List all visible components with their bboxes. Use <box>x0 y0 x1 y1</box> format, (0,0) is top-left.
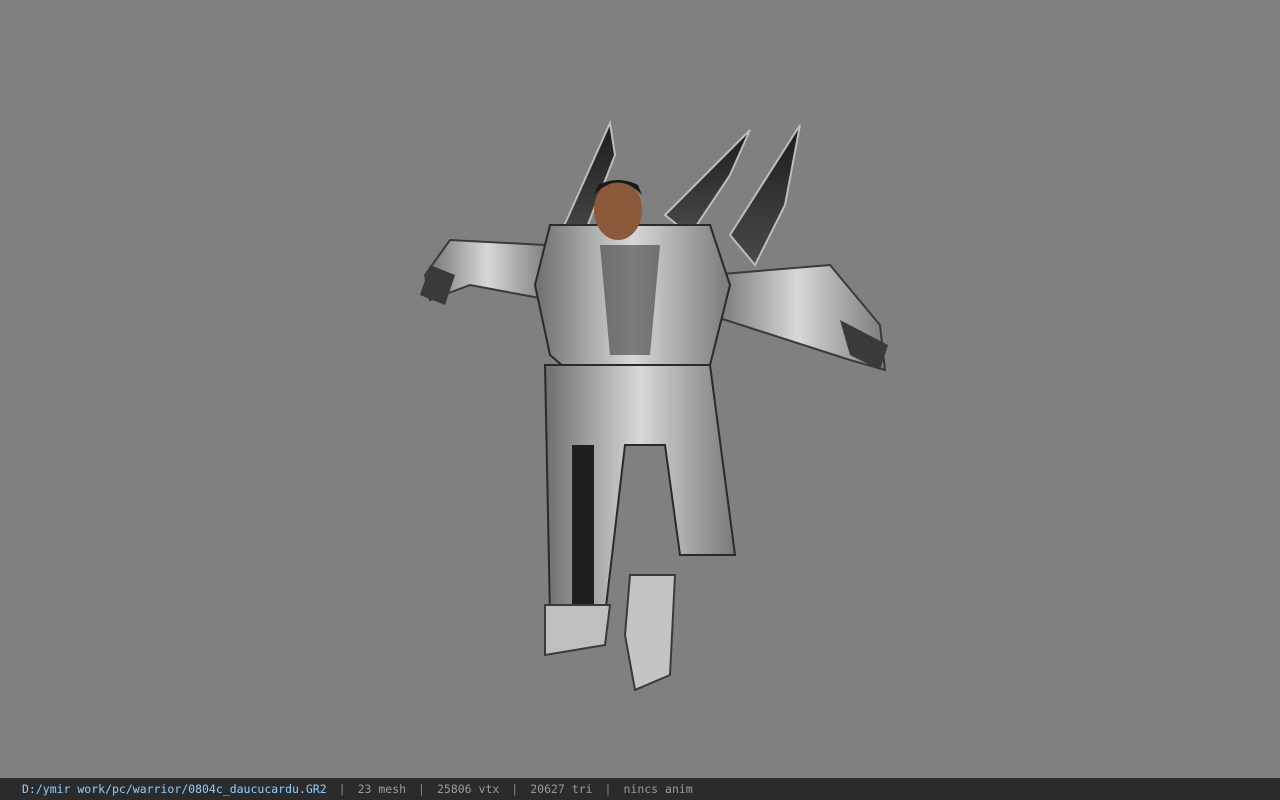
separator: | <box>604 782 612 796</box>
separator: | <box>418 782 425 796</box>
animation-status: nincs anim <box>623 782 693 796</box>
3d-viewport[interactable] <box>0 0 1280 778</box>
triangle-count: 20627 tri <box>530 782 593 796</box>
mesh-count: 23 mesh <box>357 782 407 796</box>
separator: | <box>338 782 346 796</box>
file-path: D:/ymir work/pc/warrior/0804c_daucucardu… <box>22 782 327 796</box>
separator: | <box>511 782 519 796</box>
vertex-count: 25806 vtx <box>436 782 500 796</box>
armored-warrior-model <box>420 119 888 692</box>
status-bar: D:/ymir work/pc/warrior/0804c_daucucardu… <box>0 778 1280 800</box>
